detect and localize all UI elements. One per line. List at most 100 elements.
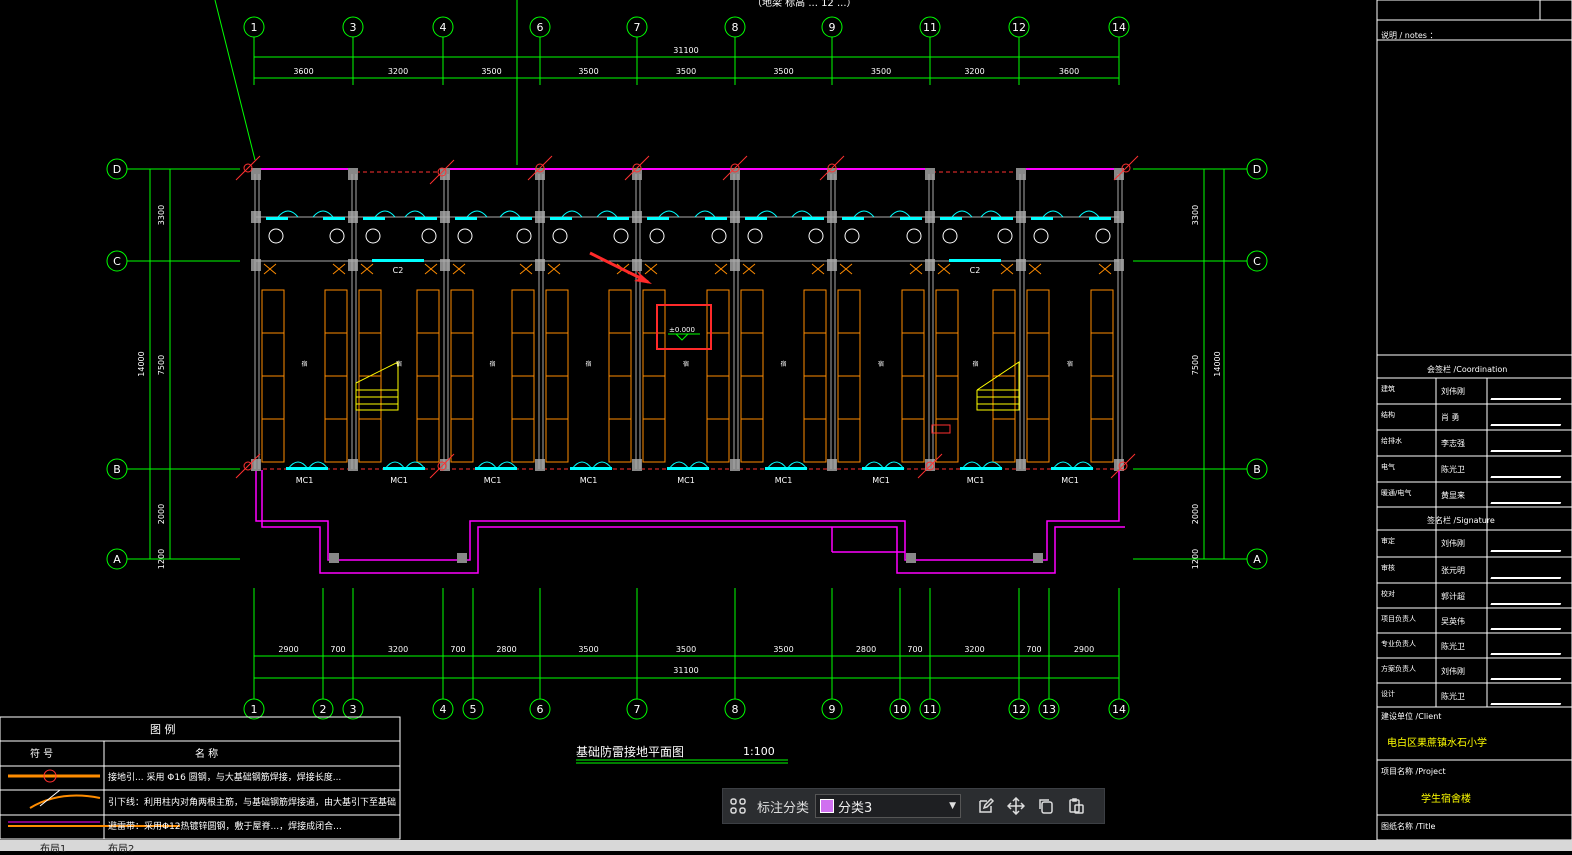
dim-left: 2000	[157, 504, 166, 524]
signature-mark	[1490, 438, 1566, 452]
category-selected-value: 分类3	[838, 800, 873, 816]
axis-bubble-left: C	[113, 255, 121, 268]
signature-mark	[1490, 490, 1566, 504]
signature-mark	[1490, 386, 1566, 400]
dim-top: 3500	[871, 67, 891, 76]
dim-bottom: 3200	[964, 645, 984, 654]
dim-right: 2000	[1191, 504, 1200, 524]
chevron-down-icon: ▼	[949, 801, 957, 811]
drawing-scale: 1:100	[743, 745, 775, 758]
role-label: 电气	[1381, 463, 1395, 471]
axis-bubble-left: A	[113, 553, 121, 566]
axis-bubble-bottom: 4	[440, 703, 447, 716]
move-icon[interactable]	[1001, 791, 1031, 821]
axis-bubble-right: D	[1253, 163, 1261, 176]
room-label: 宿	[1067, 360, 1073, 368]
name-label: 肖 勇	[1441, 413, 1460, 422]
axis-bubble-left: B	[113, 463, 121, 476]
dim-bottom: 3500	[676, 645, 696, 654]
title-label: 图纸名称 /Title	[1381, 822, 1436, 831]
name-label: 刘伟刚	[1441, 387, 1465, 396]
axis-bubble-top: 9	[829, 21, 836, 34]
dim-bottom: 2900	[1074, 645, 1094, 654]
paste-icon[interactable]	[1061, 791, 1091, 821]
room-label: 宿	[683, 360, 689, 368]
signature-mark	[1490, 412, 1566, 426]
room-label: 宿	[396, 360, 402, 368]
legend-table: 图 例 符 号 名 称 接地引... 采用 Φ16 圆钢，与大基础钢筋焊接，焊接…	[0, 717, 400, 839]
room-label: 宿	[301, 360, 307, 368]
signature-mark	[1490, 666, 1566, 680]
legend-row-2: 引下线：利用柱内对角两根主筋，与基础钢筋焊接通，由大基引下至基础	[108, 798, 397, 808]
grid-icon[interactable]	[723, 791, 753, 821]
dim-right-total: 14000	[1213, 351, 1222, 376]
axis-bubble-bottom: 2	[320, 703, 327, 716]
role-label: 校对	[1381, 590, 1395, 598]
dim-bottom: 3500	[578, 645, 598, 654]
signature-mark	[1490, 591, 1566, 605]
role-label: 建筑	[1381, 385, 1395, 393]
axis-bubble-top: 14	[1112, 21, 1126, 34]
door-label-mc1: MC1	[296, 476, 314, 485]
legend-row-1: 接地引... 采用 Φ16 圆钢，与大基础钢筋焊接，焊接长度...	[108, 773, 342, 783]
window-label-c2: C2	[393, 266, 404, 275]
category-select[interactable]: 分类3 ▼	[815, 794, 962, 818]
copy-icon[interactable]	[1031, 791, 1061, 821]
dim-top: 3200	[388, 67, 408, 76]
dim-right: 3300	[1191, 205, 1200, 225]
axis-bubble-top: 12	[1012, 21, 1026, 34]
name-label: 陈光卫	[1441, 465, 1465, 474]
legend-col-symbol: 符 号	[30, 749, 54, 760]
tab-layout-2[interactable]: 布局2	[108, 840, 134, 855]
door-label-mc1: MC1	[677, 476, 695, 485]
axis-bubble-bottom: 12	[1012, 703, 1026, 716]
role-label: 结构	[1381, 411, 1395, 419]
axis-bubble-top: 7	[634, 21, 641, 34]
title-block: 说明 / notes ： 会签栏 /Coordination 签名栏 /Sign…	[1377, 0, 1572, 840]
elevation-label: ±0.000	[669, 326, 695, 334]
legend-header: 图 例	[150, 723, 176, 736]
axis-bubble-top: 1	[251, 21, 258, 34]
project-name: 学生宿舍楼	[1421, 794, 1471, 805]
axis-bubble-bottom: 10	[893, 703, 907, 716]
role-label: 专业负责人	[1381, 640, 1416, 648]
signature-mark	[1490, 616, 1566, 630]
signature-mark	[1490, 464, 1566, 478]
door-label-mc1: MC1	[967, 476, 985, 485]
window-label-c2: C2	[970, 266, 981, 275]
axis-bubble-top: 11	[923, 21, 937, 34]
signature-mark	[1490, 691, 1566, 705]
room-label: 宿	[780, 360, 786, 368]
role-label: 设计	[1381, 690, 1395, 698]
dim-left: 7500	[157, 355, 166, 375]
legend-col-name: 名 称	[195, 749, 219, 760]
name-label: 刘伟刚	[1441, 539, 1465, 548]
role-label: 方案负责人	[1381, 665, 1416, 673]
dim-bottom: 2900	[278, 645, 298, 654]
dim-top: 3600	[293, 67, 313, 76]
tab-layout-1[interactable]: 布局1	[40, 840, 66, 855]
signature-mark	[1490, 565, 1566, 579]
door-label-mc1: MC1	[1061, 476, 1079, 485]
room-label: 宿	[972, 360, 978, 368]
door-label-mc1: MC1	[872, 476, 890, 485]
room-label: 宿	[585, 360, 591, 368]
dim-left: 1200	[157, 549, 166, 569]
dim-top: 3600	[1059, 67, 1079, 76]
axis-bubble-bottom: 5	[470, 703, 477, 716]
dim-bottom: 3500	[773, 645, 793, 654]
dim-top: 3200	[964, 67, 984, 76]
edit-icon[interactable]	[971, 791, 1001, 821]
dim-bottom: 700	[907, 645, 922, 654]
axis-bubble-bottom: 14	[1112, 703, 1126, 716]
signature-mark	[1490, 538, 1566, 552]
axis-bubble-bottom: 13	[1042, 703, 1056, 716]
legend-row-3: 避雷带：采用Φ12热镀锌圆钢，敷于屋脊...，焊接成闭合...	[108, 822, 342, 832]
name-label: 吴英伟	[1441, 617, 1465, 626]
category-label: 标注分类	[757, 800, 810, 816]
notes-label: 说明 / notes ：	[1381, 31, 1438, 40]
dim-bottom: 3200	[388, 645, 408, 654]
room-label: 宿	[878, 360, 884, 368]
axis-bubble-right: A	[1253, 553, 1261, 566]
dim-bottom: 2800	[856, 645, 876, 654]
